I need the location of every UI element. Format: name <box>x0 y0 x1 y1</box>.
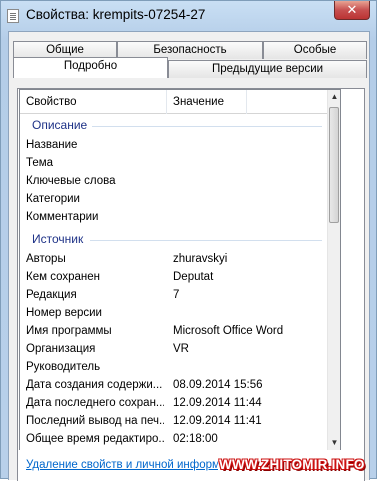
list-item[interactable]: Комментарии <box>26 208 322 226</box>
site-watermark: WWW.ZHITOMIR.INFO <box>219 457 365 472</box>
list-item[interactable]: Тема <box>26 154 322 172</box>
property-name: Название <box>26 139 78 151</box>
list-item[interactable]: Руководитель <box>26 358 322 376</box>
properties-list[interactable]: Свойство Значение Описание Название Тема… <box>19 89 341 450</box>
list-item[interactable]: Ключевые слова <box>26 172 322 190</box>
property-value: Deputat <box>173 271 214 283</box>
property-name: Ключевые слова <box>26 175 116 187</box>
property-name: Общее время редактиро... <box>26 433 164 445</box>
document-icon <box>7 9 19 23</box>
property-name: Дата последнего сохран... <box>26 397 164 409</box>
group-title-description: Описание <box>32 118 88 132</box>
property-value: 7 <box>173 289 180 301</box>
scroll-down-arrow-icon[interactable]: ▼ <box>328 436 340 450</box>
column-header-value[interactable]: Значение <box>167 90 247 114</box>
tab-details[interactable]: Подробно <box>13 57 168 78</box>
group-origin[interactable]: Источник <box>32 232 322 248</box>
list-item[interactable]: Авторы zhuravskyi <box>26 250 322 268</box>
property-name: Дата создания содержи... <box>26 379 163 391</box>
property-name: Тема <box>26 157 54 169</box>
tab-previous-versions[interactable]: Предыдущие версии <box>168 60 367 78</box>
property-name: Номер версии <box>26 307 102 319</box>
property-name: Авторы <box>26 253 66 265</box>
group-divider <box>90 240 322 241</box>
properties-window: Свойства: krempits-07254-27 ✕ Общие Безо… <box>0 0 377 481</box>
list-item[interactable]: Номер версии <box>26 304 322 322</box>
property-value: VR <box>173 343 189 355</box>
list-item[interactable]: Кем сохранен Deputat <box>26 268 322 286</box>
vertical-scrollbar[interactable]: ▲ ▼ <box>327 90 340 450</box>
list-item[interactable]: Организация VR <box>26 340 322 358</box>
list-item[interactable]: Дата создания содержи... 08.09.2014 15:56 <box>26 376 322 394</box>
property-name: Категории <box>26 193 80 205</box>
remove-properties-link[interactable]: Удаление свойств и личной информа <box>26 459 218 471</box>
group-divider <box>92 126 322 127</box>
property-value: 08.09.2014 15:56 <box>173 379 263 391</box>
list-item[interactable]: Название <box>26 136 322 154</box>
column-header-property[interactable]: Свойство <box>20 90 167 114</box>
scroll-thumb[interactable] <box>329 107 339 223</box>
window-title: Свойства: krempits-07254-27 <box>26 7 206 22</box>
list-header: Свойство Значение <box>20 90 328 114</box>
property-value: Microsoft Office Word <box>173 325 284 337</box>
group-description[interactable]: Описание <box>32 118 322 134</box>
list-item[interactable]: Дата последнего сохран... 12.09.2014 11:4… <box>26 394 322 412</box>
list-item[interactable]: Общее время редактиро... 02:18:00 <box>26 430 322 448</box>
property-name: Имя программы <box>26 325 112 337</box>
property-value: zhuravskyi <box>173 253 228 265</box>
property-value: 12.09.2014 11:44 <box>173 397 262 409</box>
group-title-origin: Источник <box>32 232 84 246</box>
property-name: Последний вывод на печ... <box>26 415 164 427</box>
property-value: 12.09.2014 11:41 <box>173 415 262 427</box>
tab-custom[interactable]: Особые <box>263 41 367 59</box>
close-button[interactable]: ✕ <box>334 1 370 20</box>
property-name: Кем сохранен <box>26 271 100 283</box>
property-value: 02:18:00 <box>173 433 218 445</box>
list-item[interactable]: Категории <box>26 190 322 208</box>
list-item[interactable]: Последний вывод на печ... 12.09.2014 11:4… <box>26 412 322 430</box>
list-item[interactable]: Имя программы Microsoft Office Word <box>26 322 322 340</box>
list-item[interactable]: Редакция 7 <box>26 286 322 304</box>
property-name: Организация <box>26 343 96 355</box>
property-name: Комментарии <box>26 211 99 223</box>
property-name: Руководитель <box>26 361 101 373</box>
scroll-up-arrow-icon[interactable]: ▲ <box>328 90 340 104</box>
title-bar[interactable]: Свойства: krempits-07254-27 ✕ <box>1 1 376 31</box>
property-name: Редакция <box>26 289 77 301</box>
